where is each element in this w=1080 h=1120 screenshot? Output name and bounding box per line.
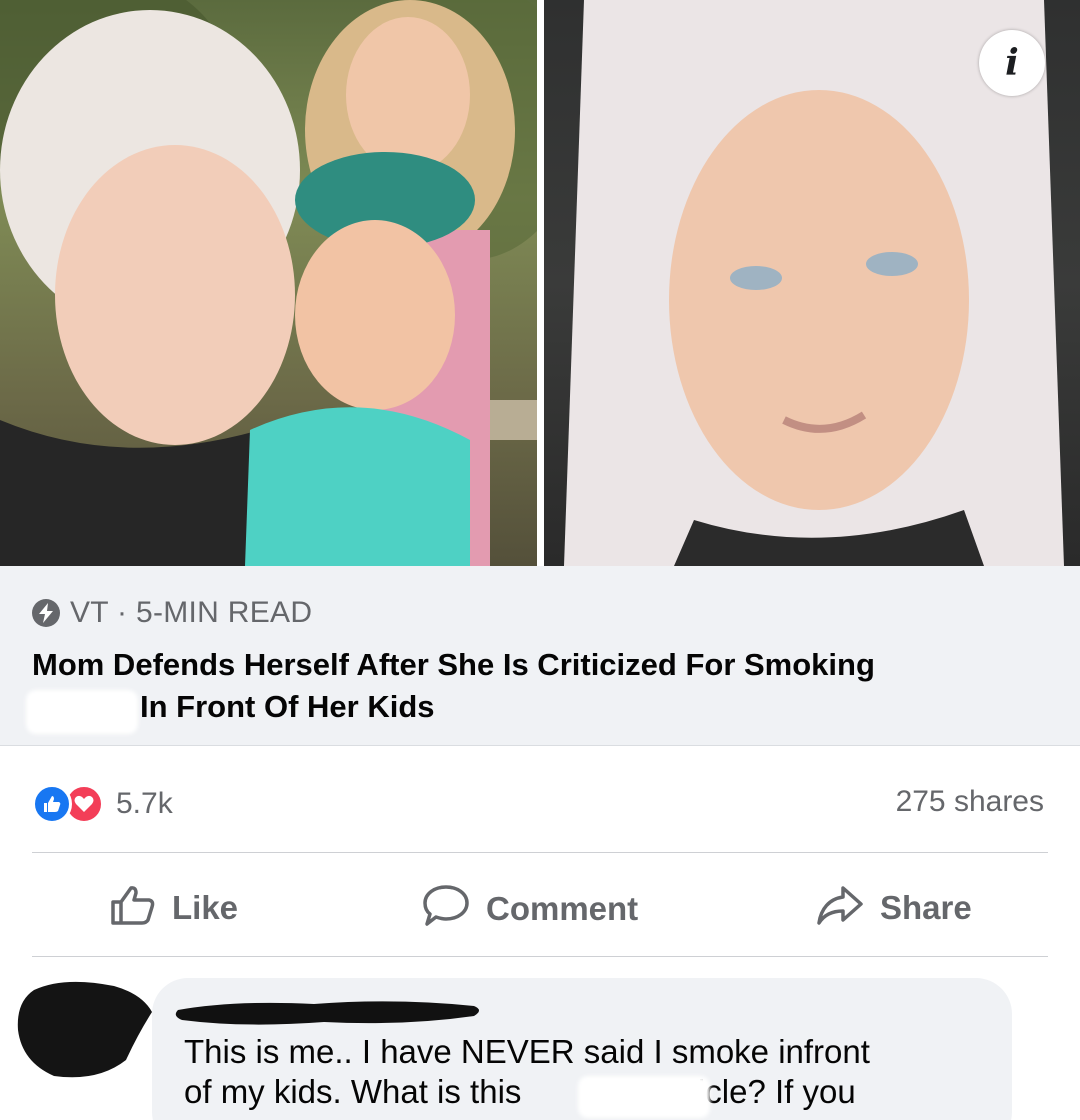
commenter-name[interactable] — [174, 996, 486, 1030]
comment-button[interactable]: Comment — [422, 884, 638, 933]
headline-line-1: Mom Defends Herself After She Is Critici… — [32, 647, 875, 682]
reactions-summary[interactable]: 5.7k — [32, 784, 173, 824]
avatar[interactable] — [14, 980, 154, 1080]
headline-line-2: In Front Of Her Kids — [140, 689, 435, 724]
share-button[interactable]: Share — [816, 884, 972, 931]
like-reaction-icon — [32, 784, 72, 824]
divider — [32, 852, 1048, 853]
article-headline[interactable]: Mom Defends Herself After She Is Critici… — [32, 644, 1052, 728]
comment-line-1: This is me.. I have NEVER said I smoke i… — [184, 1033, 870, 1070]
source-row: VT · 5-MIN READ — [32, 596, 312, 630]
comment-bubble-icon — [422, 884, 470, 933]
share-label: Share — [880, 888, 972, 926]
info-icon[interactable]: i — [979, 30, 1045, 96]
source-label: VT · 5-MIN READ — [70, 596, 313, 629]
comment-line-2-start: of my kids. What is this — [184, 1073, 522, 1110]
share-arrow-icon — [816, 884, 864, 931]
link-preview[interactable]: VT · 5-MIN READ Mom Defends Herself Afte… — [0, 566, 1080, 746]
divider — [32, 956, 1048, 957]
comment-label: Comment — [486, 889, 639, 927]
share-count[interactable]: 275 shares — [896, 784, 1044, 820]
bolt-icon — [32, 599, 60, 627]
redaction-mark — [26, 690, 138, 734]
like-label: Like — [172, 888, 239, 926]
thumbs-up-icon — [110, 884, 156, 931]
redaction-mark — [578, 1076, 710, 1118]
family-photo — [0, 0, 537, 566]
like-button[interactable]: Like — [110, 884, 238, 931]
reaction-count: 5.7k — [116, 787, 173, 820]
post-image[interactable]: i — [0, 0, 1080, 566]
